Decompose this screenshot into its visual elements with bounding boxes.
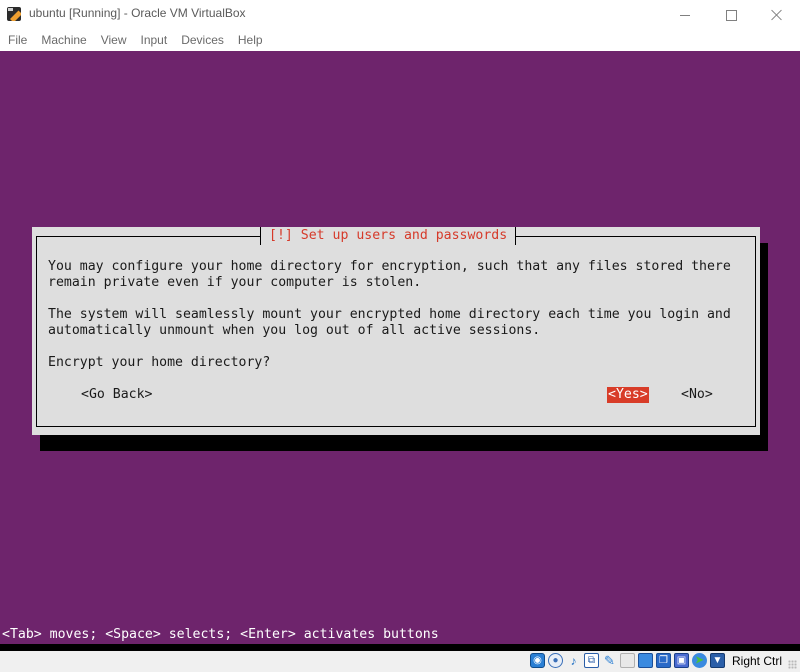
close-button[interactable] <box>754 0 800 30</box>
window-title: ubuntu [Running] - Oracle VM VirtualBox <box>29 6 246 20</box>
encrypt-home-dialog: [!] Set up users and passwords You may c… <box>32 227 760 435</box>
go-back-button[interactable]: <Go Back> <box>80 387 153 403</box>
resize-grip-icon[interactable] <box>788 660 797 669</box>
audio-icon[interactable]: ♪ <box>566 653 581 668</box>
maximize-icon <box>725 9 737 21</box>
minimize-icon <box>680 14 690 16</box>
display-icon[interactable] <box>637 653 653 668</box>
optical-drive-icon[interactable]: ● <box>547 653 563 668</box>
network-icon[interactable]: ⧉ <box>583 653 599 668</box>
video-capture-icon[interactable]: ❐ <box>655 653 671 668</box>
dialog-paragraph-1: You may configure your home directory fo… <box>48 259 731 290</box>
no-button[interactable]: <No> <box>680 387 714 403</box>
vm-display[interactable]: [!] Set up users and passwords You may c… <box>0 51 800 644</box>
title-bar: ubuntu [Running] - Oracle VM VirtualBox <box>0 0 800 30</box>
keyboard-help-line: <Tab> moves; <Space> selects; <Enter> ac… <box>2 627 439 642</box>
menu-input[interactable]: Input <box>134 30 175 51</box>
maximize-button[interactable] <box>708 0 754 30</box>
cpu-icon[interactable]: ▣ <box>673 653 689 668</box>
menu-devices[interactable]: Devices <box>174 30 231 51</box>
shared-folders-icon[interactable] <box>619 653 635 668</box>
close-icon <box>771 9 783 21</box>
usb-icon[interactable]: ✎ <box>602 653 617 668</box>
dialog-question: Encrypt your home directory? <box>48 355 271 370</box>
host-key-label[interactable]: Right Ctrl <box>732 654 782 668</box>
virtualbox-icon <box>7 7 21 21</box>
menu-view[interactable]: View <box>94 30 134 51</box>
minimize-button[interactable] <box>662 0 708 30</box>
menu-help[interactable]: Help <box>231 30 270 51</box>
guest-additions-icon[interactable]: ➤ <box>691 653 707 668</box>
mouse-integration-icon[interactable]: ▼ <box>709 653 725 668</box>
dialog-paragraph-2: The system will seamlessly mount your en… <box>48 307 731 338</box>
menu-bar: File Machine View Input Devices Help <box>0 30 800 51</box>
status-bar: ◉ ● ♪ ⧉ ✎ ❐ ▣ ➤ ▼ Right Ctrl <box>0 644 800 672</box>
menu-machine[interactable]: Machine <box>34 30 93 51</box>
hard-disk-icon[interactable]: ◉ <box>529 653 545 668</box>
dialog-title: [!] Set up users and passwords <box>260 227 517 245</box>
menu-file[interactable]: File <box>0 30 34 51</box>
yes-button[interactable]: <Yes> <box>607 387 649 403</box>
